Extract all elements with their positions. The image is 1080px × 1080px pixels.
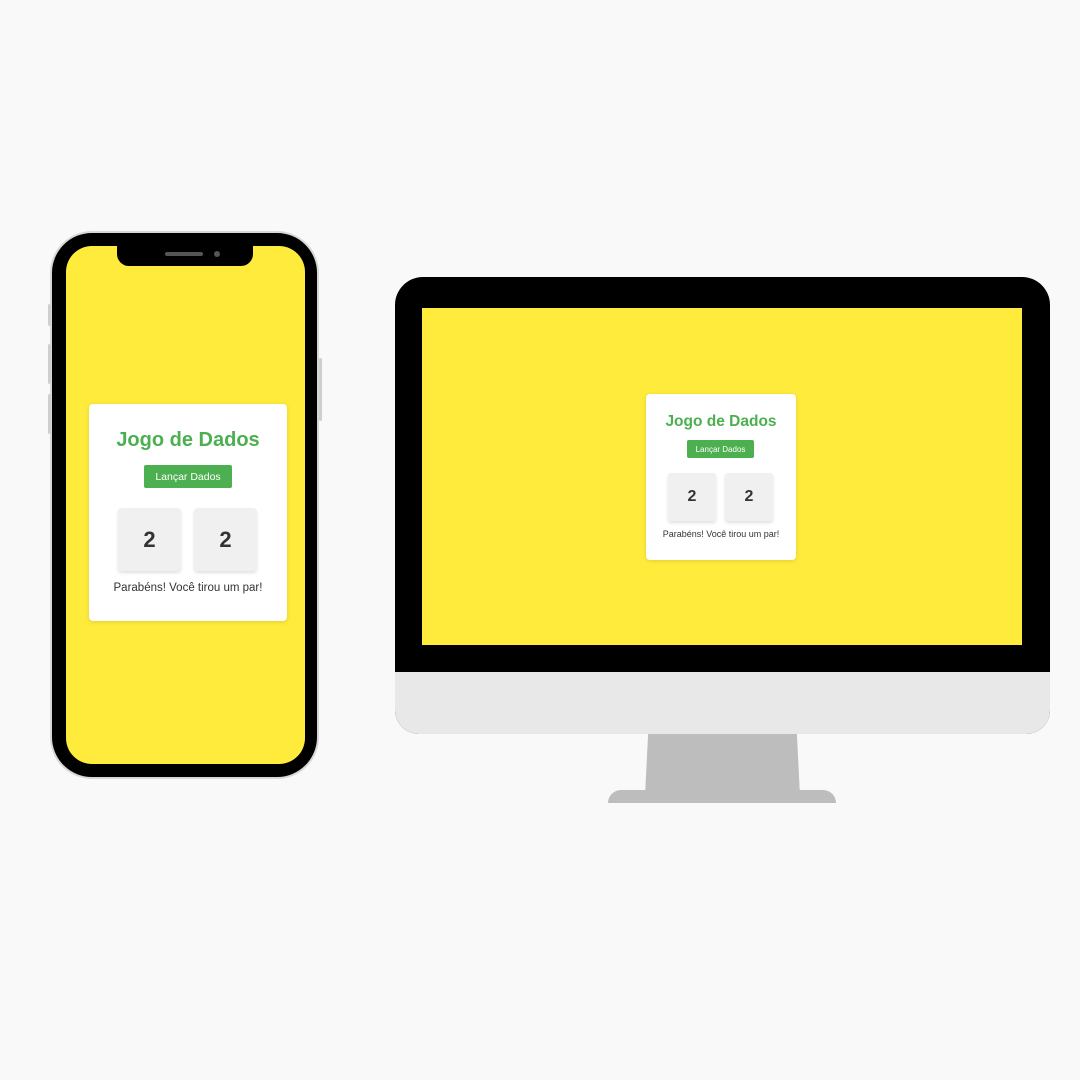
roll-dice-button[interactable]: Lançar Dados [687,440,754,458]
phone-camera-icon [214,251,220,257]
phone-power-button [319,358,322,421]
die-2: 2 [725,473,773,521]
desktop-monitor-mockup: Jogo de Dados Lançar Dados 2 2 Parabéns!… [395,277,1050,734]
phone-screen: Jogo de Dados Lançar Dados 2 2 Parabéns!… [66,246,305,764]
dice-game-card: Jogo de Dados Lançar Dados 2 2 Parabéns!… [89,404,287,621]
game-title: Jogo de Dados [116,429,260,451]
result-message: Parabéns! Você tirou um par! [662,529,780,539]
roll-dice-button[interactable]: Lançar Dados [144,465,232,488]
dice-game-card: Jogo de Dados Lançar Dados 2 2 Parabéns!… [646,394,796,560]
phone-speaker-icon [165,252,203,256]
game-title: Jogo de Dados [665,413,777,430]
phone-notch [117,246,253,266]
monitor-stand-base [608,790,836,803]
monitor-screen: Jogo de Dados Lançar Dados 2 2 Parabéns!… [422,308,1022,645]
result-message: Parabéns! Você tirou um par! [113,582,263,594]
die-2: 2 [194,508,257,571]
monitor-stand-neck [645,734,800,796]
die-1: 2 [118,508,181,571]
phone-mockup: Jogo de Dados Lançar Dados 2 2 Parabéns!… [48,231,322,779]
phone-volume-up-button [48,344,51,384]
phone-mute-switch [48,304,51,326]
phone-volume-down-button [48,394,51,434]
die-1: 2 [668,473,716,521]
monitor-chin [395,672,1050,734]
